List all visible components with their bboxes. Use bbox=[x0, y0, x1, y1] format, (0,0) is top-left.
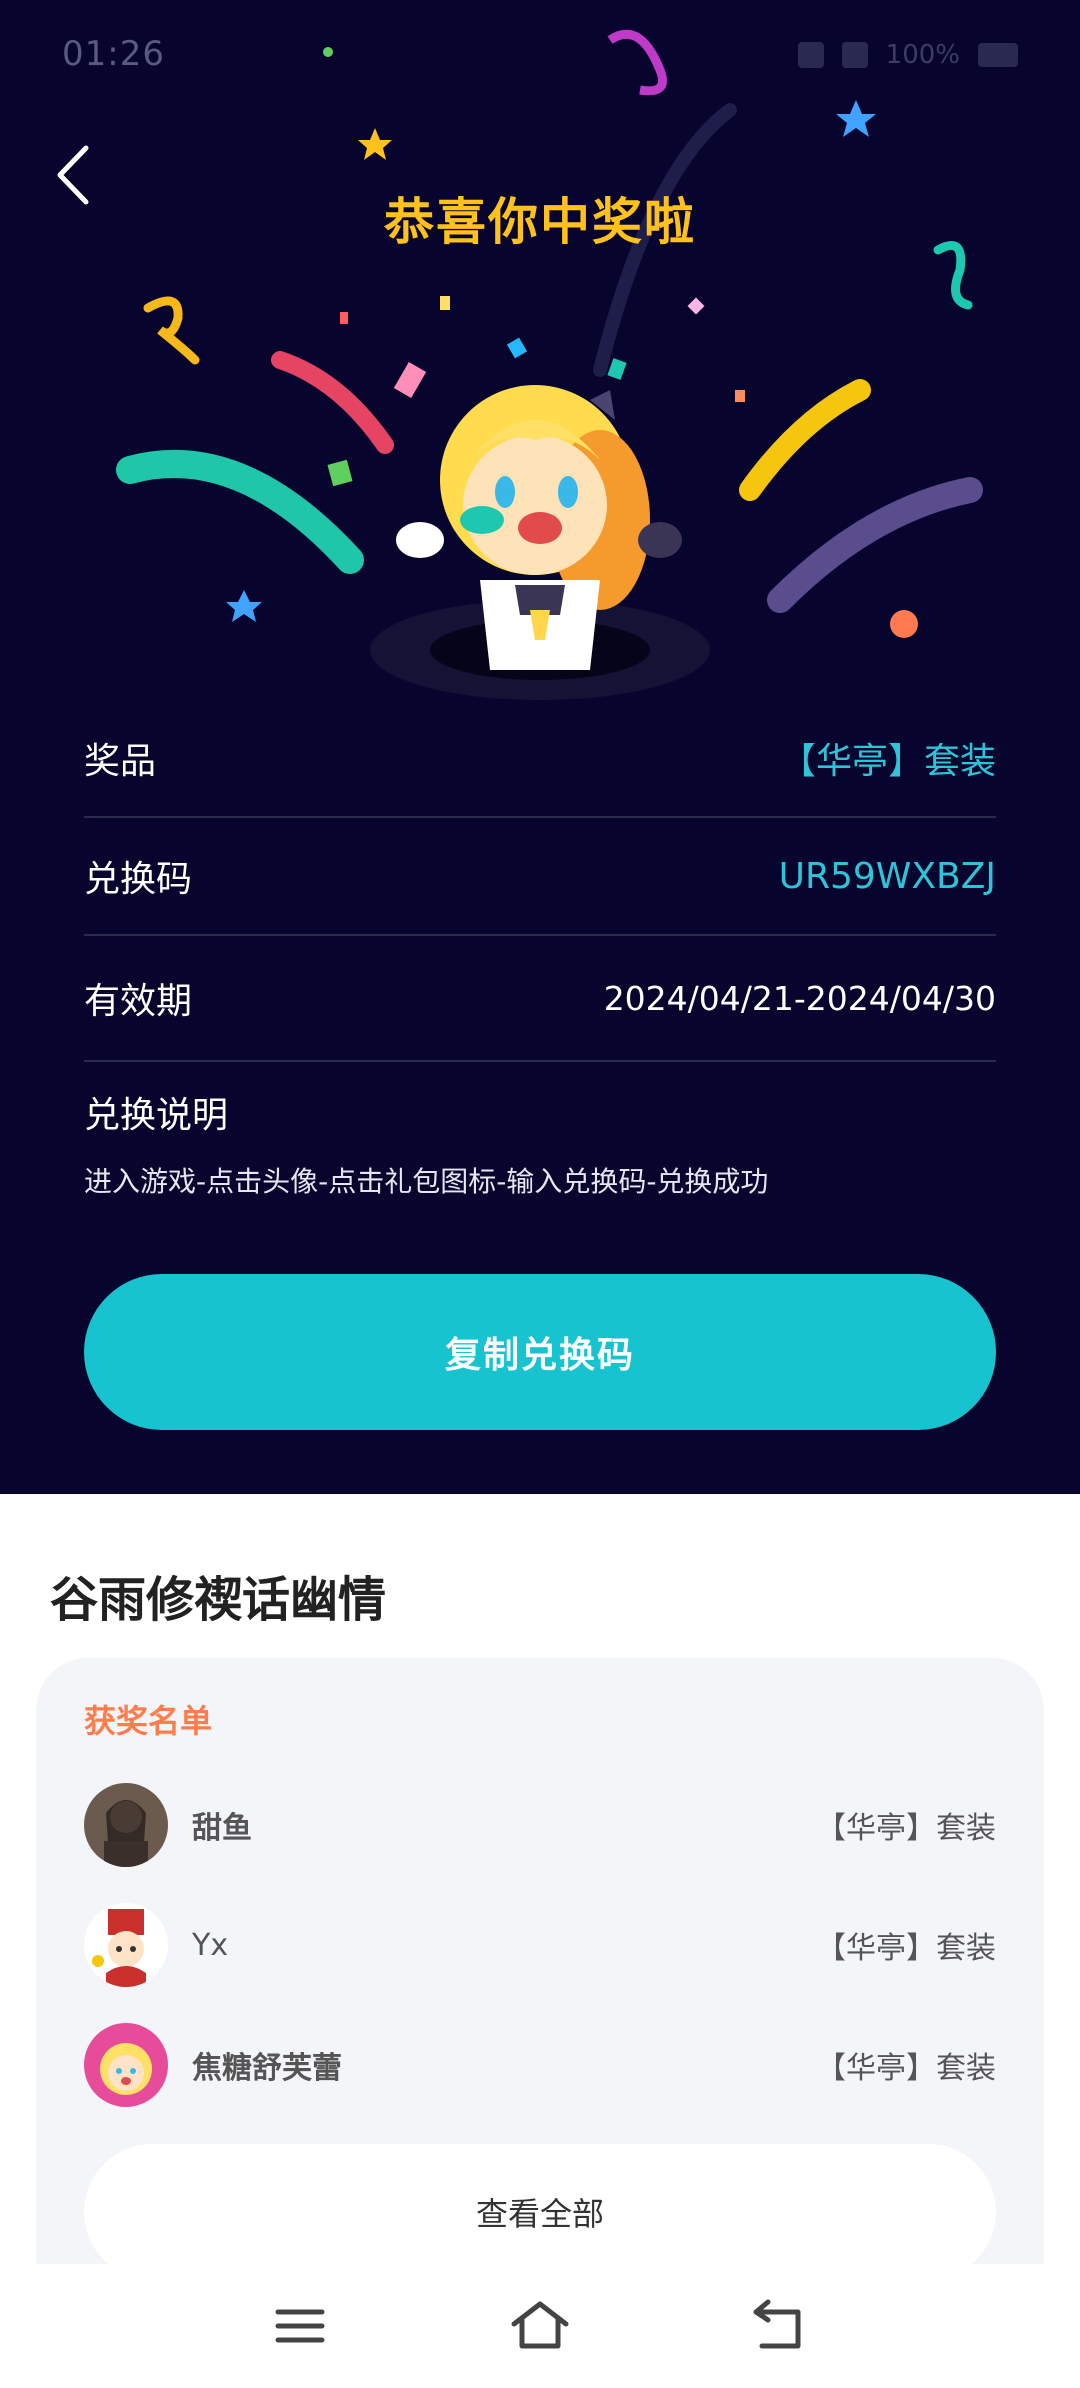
code-value[interactable]: UR59WXBZJ bbox=[779, 856, 996, 897]
winner-row: Yx 【华亭】套装 bbox=[84, 1902, 996, 1988]
winner-name: 甜鱼 bbox=[192, 1811, 252, 1846]
celebration-illustration bbox=[116, 29, 983, 700]
validity-value: 2024/04/21-2024/04/30 bbox=[603, 978, 996, 1018]
winner-prize: 【华亭】套装 bbox=[816, 1811, 996, 1846]
prize-header-section: 01:26 100% 恭喜你中奖啦 奖品 【华亭】套装 兑换码 UR59WXBZ… bbox=[0, 0, 1080, 1494]
winner-row: 甜鱼 【华亭】套装 bbox=[84, 1782, 996, 1868]
winners-card: 获奖名单 甜鱼 【华亭】套装 Yx 【华亭】套装 焦糖舒芙蕾 【华亭】套装 查看… bbox=[36, 1658, 1044, 2298]
winners-title: 获奖名单 bbox=[84, 1702, 213, 1740]
prize-row: 奖品 【华亭】套装 bbox=[84, 700, 996, 818]
copy-code-button[interactable]: 复制兑换码 bbox=[84, 1274, 996, 1430]
avatar bbox=[84, 1903, 168, 1987]
system-nav-bar bbox=[0, 2264, 1080, 2388]
prize-details: 奖品 【华亭】套装 兑换码 UR59WXBZJ 有效期 2024/04/21-2… bbox=[84, 700, 996, 1062]
prize-label: 奖品 bbox=[84, 741, 157, 782]
code-label: 兑换码 bbox=[84, 859, 193, 900]
instructions-text: 进入游戏-点击头像-点击礼包图标-输入兑换码-兑换成功 bbox=[84, 1165, 769, 1198]
home-icon[interactable] bbox=[508, 2294, 572, 2358]
validity-row: 有效期 2024/04/21-2024/04/30 bbox=[84, 936, 996, 1062]
avatar bbox=[84, 1783, 168, 1867]
event-title: 谷雨修禊话幽情 bbox=[50, 1572, 387, 1628]
winner-name: Yx bbox=[192, 1927, 229, 1963]
winner-prize: 【华亭】套装 bbox=[816, 2051, 996, 2086]
validity-label: 有效期 bbox=[84, 981, 193, 1022]
back-nav-icon[interactable] bbox=[748, 2294, 812, 2358]
menu-icon[interactable] bbox=[268, 2294, 332, 2358]
avatar bbox=[84, 2023, 168, 2107]
winner-name: 焦糖舒芙蕾 bbox=[192, 2051, 342, 2086]
prize-value: 【华亭】套装 bbox=[779, 741, 996, 782]
winner-prize: 【华亭】套装 bbox=[816, 1931, 996, 1966]
code-row: 兑换码 UR59WXBZJ bbox=[84, 818, 996, 936]
view-all-button[interactable]: 查看全部 bbox=[84, 2144, 996, 2280]
instructions-title: 兑换说明 bbox=[84, 1095, 229, 1136]
page-title: 恭喜你中奖啦 bbox=[384, 193, 696, 251]
winner-row: 焦糖舒芙蕾 【华亭】套装 bbox=[84, 2022, 996, 2108]
